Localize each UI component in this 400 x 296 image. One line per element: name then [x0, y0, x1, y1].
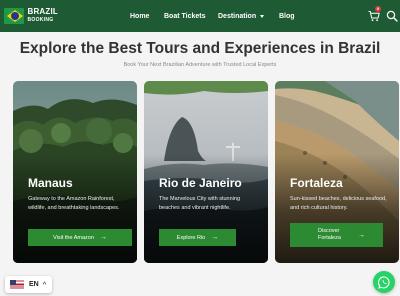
button-label: Discover Fortaleza — [318, 228, 341, 241]
brand-logo[interactable]: BRAZIL BOOKING — [4, 6, 58, 26]
language-selector[interactable]: EN ^ — [5, 276, 52, 293]
destination-card-rio: Rio de Janeiro The Marvelous City with s… — [144, 81, 268, 263]
nav-destination-label: Destination — [218, 12, 257, 20]
destination-card-fortaleza: Fortaleza Sun-kissed beaches, delicious … — [275, 81, 399, 263]
explore-rio-button[interactable]: Explore Rio → — [159, 229, 236, 246]
cart-button[interactable]: 0 — [368, 6, 381, 22]
site-header: BRAZIL BOOKING Home Boat Tickets Destina… — [0, 0, 400, 32]
brand-name-line2: BOOKING — [27, 17, 54, 23]
chevron-down-icon — [260, 14, 265, 18]
search-icon — [386, 10, 398, 22]
card-description: The Marvelous City with stunning beaches… — [159, 196, 241, 211]
button-label: Visit the Amazon — [53, 234, 94, 241]
search-button[interactable] — [386, 9, 398, 22]
card-description: Sun-kissed beaches, delicious seafood, a… — [290, 196, 387, 211]
visit-amazon-button[interactable]: Visit the Amazon → — [28, 229, 132, 246]
card-description: Gateway to the Amazon Rainforest, wildli… — [28, 196, 120, 211]
chevron-up-icon: ^ — [42, 281, 47, 288]
brazil-flag-icon — [4, 8, 25, 24]
nav-blog[interactable]: Blog — [279, 0, 295, 32]
page-title: Explore the Best Tours and Experiences i… — [19, 40, 381, 57]
nav-destination[interactable]: Destination — [218, 0, 265, 32]
arrow-right-icon: → — [211, 234, 219, 241]
discover-fortaleza-button[interactable]: Discover Fortaleza → — [290, 223, 383, 247]
card-title: Fortaleza — [290, 176, 343, 190]
whatsapp-icon — [377, 275, 390, 289]
destination-card-manaus: Manaus Gateway to the Amazon Rainforest,… — [13, 81, 137, 263]
card-title: Manaus — [28, 176, 73, 190]
language-code: EN — [29, 281, 39, 288]
cart-count-badge: 0 — [375, 6, 381, 12]
page-subtitle: Book Your Next Brazilian Adventure with … — [123, 62, 277, 68]
whatsapp-button[interactable] — [373, 271, 395, 293]
button-label: Explore Rio — [176, 234, 206, 241]
card-title: Rio de Janeiro — [159, 176, 242, 190]
nav-boat-tickets[interactable]: Boat Tickets — [164, 0, 206, 32]
brand-name-line1: BRAZIL — [27, 7, 58, 16]
us-flag-icon — [10, 280, 24, 289]
nav-home[interactable]: Home — [130, 0, 149, 32]
arrow-right-icon: → — [99, 234, 107, 241]
arrow-right-icon: → — [358, 231, 365, 239]
